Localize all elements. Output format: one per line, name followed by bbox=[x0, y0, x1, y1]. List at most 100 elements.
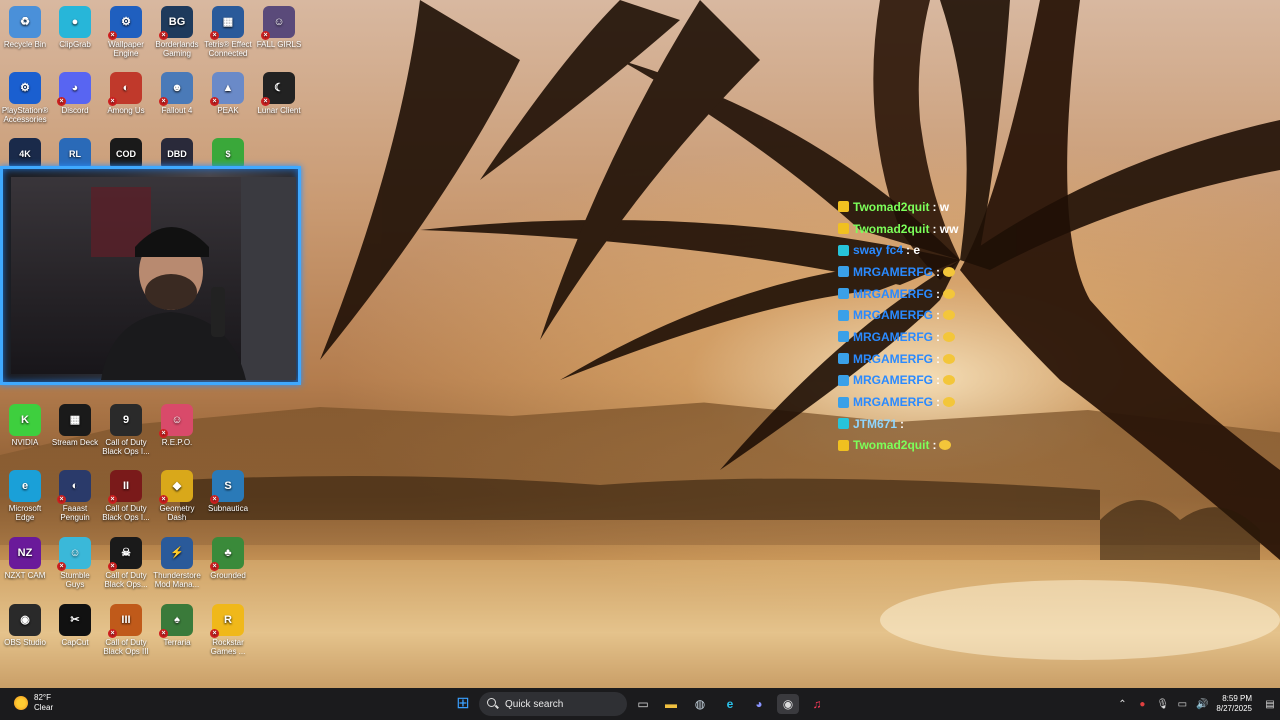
start-icon[interactable]: ⊞ bbox=[452, 694, 474, 714]
error-badge-icon: × bbox=[57, 562, 66, 571]
weather-widget[interactable]: 82°F Clear bbox=[14, 693, 53, 713]
desktop-icon-label: Call of Duty Black Ops III bbox=[103, 638, 149, 656]
chevron-up-icon[interactable]: ⌃ bbox=[1116, 699, 1128, 710]
app-icon: ◕ × bbox=[57, 72, 91, 106]
app-icon: ◐ × bbox=[108, 72, 142, 106]
desktop-icon-label: Wallpaper Engine bbox=[108, 40, 144, 58]
chat-username: MRGAMERFG bbox=[853, 329, 933, 344]
desktop-icon[interactable]: ▦ Stream Deck bbox=[50, 404, 100, 447]
chat-message: sway fc4: e bbox=[838, 239, 1098, 261]
desktop-icon[interactable]: ◕ × Discord bbox=[50, 72, 100, 115]
chat-username: MRGAMERFG bbox=[853, 286, 933, 301]
desktop-icon-label: NZXT CAM bbox=[4, 571, 46, 580]
desktop-icon[interactable]: ✂ CapCut bbox=[50, 604, 100, 647]
desktop-icon[interactable]: ● ClipGrab bbox=[50, 6, 100, 49]
app-icon: ✂ bbox=[59, 604, 91, 636]
obs-icon[interactable]: ◉ bbox=[777, 694, 799, 714]
steam-icon[interactable]: ◍ bbox=[689, 694, 711, 714]
chat-text: : ww bbox=[932, 221, 959, 236]
desktop-icon[interactable]: S × Subnautica bbox=[203, 470, 253, 513]
desktop-icon-label: Rockstar Games ... bbox=[210, 638, 246, 656]
desktop-icon-label: Call of Duty Black Ops... bbox=[104, 571, 148, 589]
stream-chat-overlay: Twomad2quit: w Twomad2quit: ww sway fc4: e… bbox=[838, 196, 1098, 456]
desktop-icon[interactable]: ☾ × Lunar Client bbox=[254, 72, 304, 115]
desktop-icon[interactable]: ▦ × Tetris® Effect Connected bbox=[203, 6, 253, 58]
desktop-icon[interactable]: ◐ × Faaast Penguin bbox=[50, 470, 100, 522]
desktop-icon[interactable]: ⚙ PlayStation® Accessories bbox=[0, 72, 50, 124]
desktop-icon-label: ClipGrab bbox=[59, 40, 91, 49]
desktop-icon-label: Tetris® Effect Connected bbox=[204, 40, 252, 58]
clock[interactable]: 8:59 PM 8/27/2025 bbox=[1216, 694, 1252, 714]
desktop-icon[interactable]: ☺ × FALL GIRLS bbox=[254, 6, 304, 49]
desktop-icon-label: FALL GIRLS bbox=[256, 40, 302, 49]
chat-username: MRGAMERFG bbox=[853, 264, 933, 279]
desktop-icon[interactable]: ▲ × PEAK bbox=[203, 72, 253, 115]
app-icon: e bbox=[9, 470, 41, 502]
chat-message: MRGAMERFG: bbox=[838, 261, 1098, 283]
desktop-icon[interactable]: ◆ × Geometry Dash bbox=[152, 470, 202, 522]
desktop-icon[interactable]: II × Call of Duty Black Ops I... bbox=[101, 470, 151, 522]
desktop-icon[interactable]: ♻ Recycle Bin bbox=[0, 6, 50, 49]
app-icon: K bbox=[9, 404, 41, 436]
chat-text: : bbox=[936, 395, 940, 410]
desktop-icon[interactable]: e Microsoft Edge bbox=[0, 470, 50, 522]
error-badge-icon: × bbox=[108, 495, 117, 504]
taskbar: 82°F Clear ⊞ Quick search ▭ ▬ ◍ e ◕ ◉ ♫ … bbox=[0, 688, 1280, 720]
chat-message: MRGAMERFG: bbox=[838, 326, 1098, 348]
desktop-icon-label: NVIDIA bbox=[11, 438, 39, 447]
discord-icon[interactable]: ◕ bbox=[748, 694, 770, 714]
chat-text: : w bbox=[932, 199, 950, 214]
weather-icon bbox=[14, 696, 28, 710]
search-box[interactable]: Quick search bbox=[479, 692, 627, 716]
volume-icon[interactable]: 🔊 bbox=[1196, 699, 1208, 710]
app-icon: III × bbox=[108, 604, 142, 638]
desktop-icon[interactable]: ♣ × Grounded bbox=[203, 537, 253, 580]
desktop-icon-label: Discord bbox=[61, 106, 89, 115]
network-icon[interactable]: ▭ bbox=[1176, 699, 1188, 710]
microphone-icon[interactable]: 🎙 bbox=[1156, 699, 1169, 710]
desktop-icon[interactable]: ⚙ × Wallpaper Engine bbox=[101, 6, 151, 58]
desktop-icon[interactable]: ♠ × Terraria bbox=[152, 604, 202, 647]
desktop-icon-label: Among Us bbox=[107, 106, 145, 115]
file-explorer-icon[interactable]: ▬ bbox=[660, 694, 682, 714]
desktop-icon[interactable]: ☺ × R.E.P.O. bbox=[152, 404, 202, 447]
desktop-icon[interactable]: ☻ × Fallout 4 bbox=[152, 72, 202, 115]
error-badge-icon: × bbox=[159, 495, 168, 504]
desktop-icon[interactable]: ◉ OBS Studio bbox=[0, 604, 50, 647]
security-icon[interactable]: ● bbox=[1136, 699, 1148, 710]
chat-text: : bbox=[936, 373, 940, 388]
desktop-icon[interactable]: NZ NZXT CAM bbox=[0, 537, 50, 580]
chat-username: Twomad2quit bbox=[853, 199, 930, 214]
task-view-icon[interactable]: ▭ bbox=[632, 694, 654, 714]
desktop-icon-label: Faaast Penguin bbox=[60, 504, 90, 522]
desktop-icon[interactable]: ◐ × Among Us bbox=[101, 72, 151, 115]
desktop-icon[interactable]: BG × Borderlands Gaming bbox=[152, 6, 202, 58]
chat-badge-icon bbox=[838, 331, 849, 343]
edge-icon[interactable]: e bbox=[719, 694, 741, 714]
notification-icon[interactable]: ▤ bbox=[1264, 699, 1276, 710]
chat-username: Twomad2quit bbox=[853, 221, 930, 236]
chat-badge-icon bbox=[838, 288, 849, 300]
desktop-icon[interactable]: ☠ × Call of Duty Black Ops... bbox=[101, 537, 151, 589]
desktop-icon[interactable]: ☺ × Stumble Guys bbox=[50, 537, 100, 589]
desktop-icon-label: Call of Duty Black Ops I... bbox=[102, 504, 150, 522]
clock-date: 8/27/2025 bbox=[1216, 704, 1252, 713]
desktop-icon[interactable]: R × Rockstar Games ... bbox=[203, 604, 253, 656]
desktop-icon[interactable]: ⚡ Thunderstore Mod Mana... bbox=[152, 537, 202, 589]
chat-emote-icon bbox=[943, 288, 955, 299]
error-badge-icon: × bbox=[210, 31, 219, 40]
chat-badge-icon bbox=[838, 266, 849, 278]
error-badge-icon: × bbox=[159, 429, 168, 438]
desktop-icon-label: Recycle Bin bbox=[3, 40, 47, 49]
error-badge-icon: × bbox=[108, 629, 117, 638]
music-icon[interactable]: ♫ bbox=[806, 694, 828, 714]
error-badge-icon: × bbox=[159, 629, 168, 638]
desktop-icon-label: Call of Duty Black Ops I... bbox=[102, 438, 150, 456]
chat-username: sway fc4 bbox=[853, 243, 904, 258]
chat-text: : bbox=[936, 286, 940, 301]
system-tray: ⌃ ● 🎙 ▭ 🔊 8:59 PM 8/27/2025 ▤ bbox=[1112, 688, 1280, 720]
chat-text: : bbox=[936, 329, 940, 344]
desktop-icon[interactable]: 9 Call of Duty Black Ops I... bbox=[101, 404, 151, 456]
desktop-icon[interactable]: K NVIDIA bbox=[0, 404, 50, 447]
desktop-icon[interactable]: III × Call of Duty Black Ops III bbox=[101, 604, 151, 656]
